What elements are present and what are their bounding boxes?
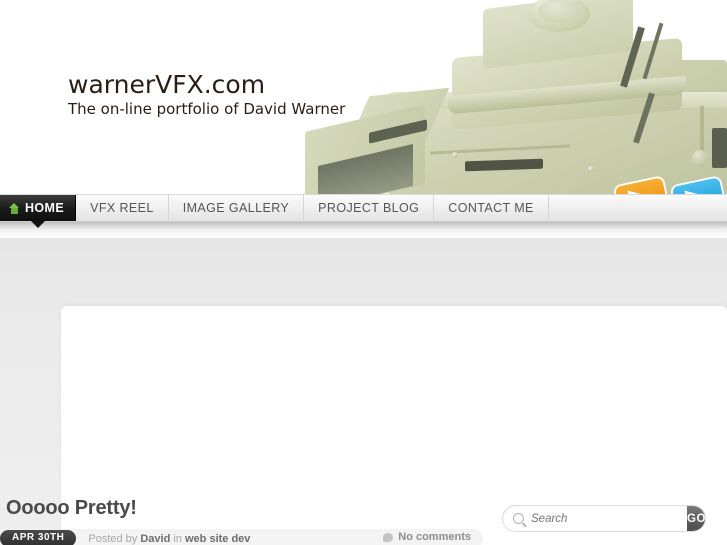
nav-item-image-gallery-label: IMAGE GALLERY <box>182 201 290 215</box>
nav-empty-space <box>549 195 727 221</box>
search-input[interactable] <box>524 512 687 525</box>
search-box: GO <box>502 505 706 532</box>
search-icon <box>513 513 524 524</box>
tank-rear-port <box>692 150 708 166</box>
nav-item-project-blog[interactable]: PROJECT BLOG <box>304 195 435 221</box>
nav-item-project-blog-label: PROJECT BLOG <box>318 201 420 215</box>
nav-item-vfx-reel[interactable]: VFX REEL <box>76 195 169 221</box>
post-category-link[interactable]: web site dev <box>185 533 250 545</box>
post-title[interactable]: Ooooo Pretty! <box>0 497 500 520</box>
nav-item-image-gallery[interactable]: IMAGE GALLERY <box>169 195 305 221</box>
post-date-badge: APR 30TH <box>0 530 77 545</box>
nav-item-vfx-reel-label: VFX REEL <box>90 201 154 215</box>
tank-bolt-left <box>452 152 458 158</box>
blue-chip-glyph: ▶ <box>684 184 702 194</box>
nav-item-home[interactable]: HOME <box>0 195 77 228</box>
post-byline: Posted by David in web site dev <box>88 533 250 545</box>
site-logo[interactable]: warnerVFX.com The on-line portfolio of D… <box>68 70 346 120</box>
site-header: ▶ ▶ warnerVFX.com The on-line portfolio … <box>0 0 727 194</box>
nav-item-contact-me-label: CONTACT ME <box>448 201 534 215</box>
post-meta-bar: APR 30TH Posted by David in web site dev… <box>0 529 483 545</box>
logo-title: warnerVFX.com <box>68 70 266 99</box>
page-root: ▶ ▶ warnerVFX.com The on-line portfolio … <box>0 0 727 545</box>
orange-chip-glyph: ▶ <box>627 184 645 194</box>
main-navigation: HOME VFX REEL IMAGE GALLERY PROJECT BLOG… <box>0 194 727 228</box>
tank-rear-bay <box>712 128 727 168</box>
comment-bubble-icon <box>383 532 394 542</box>
logo-subtitle: The on-line portfolio of David Warner <box>68 100 346 119</box>
post-author-link[interactable]: David <box>140 533 170 545</box>
nav-list: HOME VFX REEL IMAGE GALLERY PROJECT BLOG… <box>0 195 727 228</box>
post-comments[interactable]: No comments <box>383 531 471 543</box>
tank-cupola-inner <box>538 0 580 23</box>
nav-item-home-label: HOME <box>25 201 65 215</box>
tank-bolt-right <box>588 166 594 172</box>
post-comments-label: No comments <box>398 531 471 543</box>
blog-post-entry: Ooooo Pretty! APR 30TH Posted by David i… <box>0 497 500 545</box>
house-icon <box>9 202 20 214</box>
nav-drop-shadow <box>0 222 727 238</box>
posted-by-prefix: Posted by <box>88 532 138 545</box>
nav-item-contact-me[interactable]: CONTACT ME <box>434 195 549 221</box>
in-word: in <box>173 532 182 545</box>
